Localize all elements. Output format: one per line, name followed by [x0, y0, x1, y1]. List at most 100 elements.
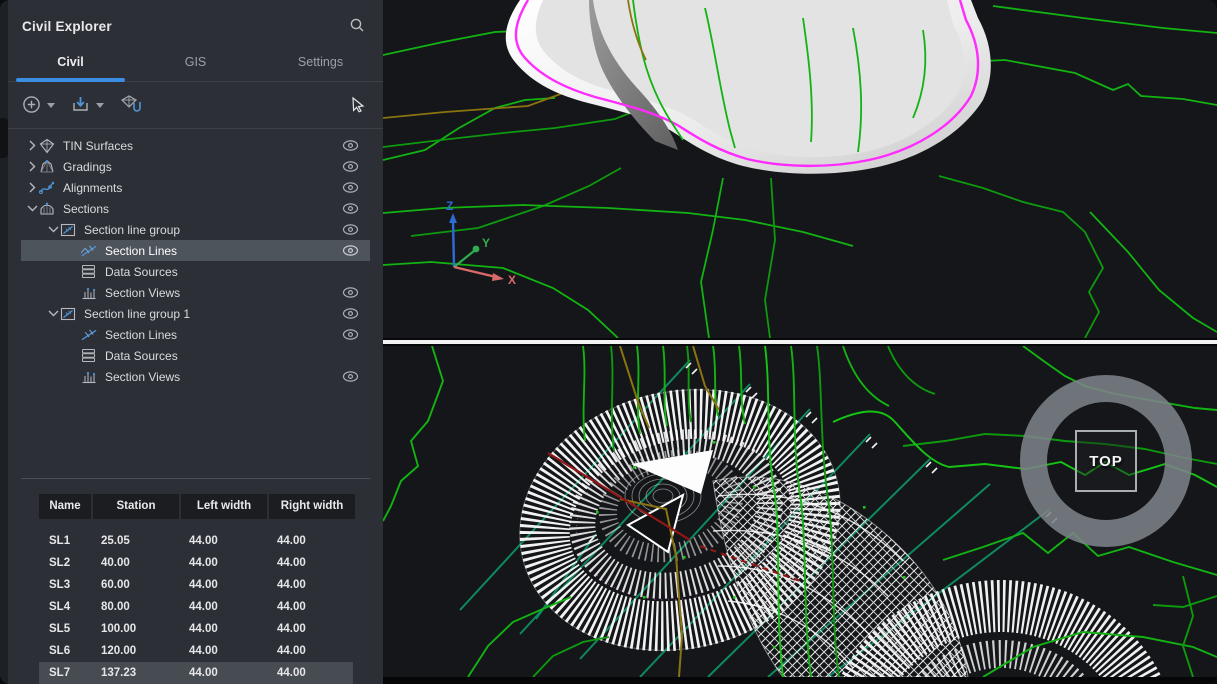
- drawing-viewport[interactable]: Z Y X: [383, 0, 1217, 684]
- visibility-eye-icon[interactable]: [342, 308, 359, 319]
- cell-right-width: 44.00: [269, 662, 355, 684]
- view-orientation-widget[interactable]: TOP: [1020, 375, 1192, 547]
- tree-item-data-sources[interactable]: Data Sources: [21, 345, 370, 366]
- cell-right-width: 44.00: [269, 530, 355, 552]
- tree-item-tin-surfaces[interactable]: TIN Surfaces: [21, 135, 370, 156]
- cell-name: SL2: [39, 552, 91, 574]
- cell-left-width: 44.00: [181, 552, 267, 574]
- tree-item-section-line-group[interactable]: Section line group: [21, 219, 370, 240]
- cell-left-width: 44.00: [181, 640, 267, 662]
- cell-right-width: 44.00: [269, 596, 355, 618]
- viewport-divider[interactable]: [383, 338, 1217, 346]
- select-mode-button[interactable]: [348, 94, 369, 118]
- search-button[interactable]: [347, 15, 367, 38]
- ucs-axis-gizmo: Z Y X: [446, 199, 516, 287]
- cell-name: SL4: [39, 596, 91, 618]
- section-lines-icon: [81, 328, 98, 342]
- tab-settings[interactable]: Settings: [258, 47, 383, 81]
- add-dropdown-caret[interactable]: [47, 103, 55, 108]
- panel-tabs: Civil GIS Settings: [8, 47, 383, 82]
- table-row[interactable]: SL5100.0044.0044.00: [39, 618, 353, 640]
- tree-item-label: Gradings: [63, 160, 112, 174]
- cell-station: 40.00: [93, 552, 179, 574]
- panel-grip[interactable]: [0, 118, 8, 158]
- application-window: Civil Explorer Civil GIS Settings: [0, 0, 1217, 684]
- table-row[interactable]: SL240.0044.0044.00: [39, 552, 353, 574]
- cell-station: 25.05: [93, 530, 179, 552]
- search-icon: [349, 17, 365, 36]
- grading-surface-3d: [506, 0, 991, 174]
- add-button[interactable]: [20, 93, 43, 119]
- tree-item-section-lines[interactable]: Section Lines: [21, 240, 370, 261]
- tin-surfaces-icon: [39, 138, 56, 154]
- tab-gis[interactable]: GIS: [133, 47, 258, 81]
- civil-explorer-panel: Civil Explorer Civil GIS Settings: [0, 0, 383, 684]
- tree-item-data-sources[interactable]: Data Sources: [21, 261, 370, 282]
- cell-right-width: 44.00: [269, 574, 355, 596]
- cell-station: 80.00: [93, 596, 179, 618]
- import-dropdown-caret[interactable]: [96, 103, 104, 108]
- visibility-eye-icon[interactable]: [342, 329, 359, 340]
- chevron-right-icon[interactable]: [25, 140, 39, 151]
- visibility-eye-icon[interactable]: [342, 224, 359, 235]
- visibility-eye-icon[interactable]: [342, 371, 359, 382]
- cell-right-width: 44.00: [269, 640, 355, 662]
- panel-toolbar: [8, 82, 383, 129]
- tree-item-label: Section Lines: [105, 328, 177, 342]
- alignments-icon: [39, 180, 56, 196]
- chevron-right-icon[interactable]: [25, 182, 39, 193]
- tree-item-label: Section Views: [105, 370, 180, 384]
- attach-tin-surface-icon: [120, 94, 142, 117]
- tree-item-label: Alignments: [63, 181, 122, 195]
- cell-name: SL1: [39, 530, 91, 552]
- section-lines-table: Name Station Left width Right width SL12…: [39, 494, 353, 684]
- column-header-station: Station: [93, 494, 179, 519]
- tree-item-alignments[interactable]: Alignments: [21, 177, 370, 198]
- view-widget-face[interactable]: TOP: [1075, 430, 1137, 492]
- axis-y-label: Y: [482, 236, 490, 250]
- table-row[interactable]: SL6120.0044.0044.00: [39, 640, 353, 662]
- top-viewport-canvas[interactable]: Z Y X: [383, 0, 1217, 338]
- section-line-group-icon: [60, 306, 77, 322]
- table-row-selected[interactable]: SL7137.2344.0044.00: [39, 662, 353, 684]
- column-header-name: Name: [39, 494, 91, 519]
- table-row[interactable]: SL480.0044.0044.00: [39, 596, 353, 618]
- chevron-down-icon[interactable]: [46, 224, 60, 235]
- visibility-eye-icon[interactable]: [342, 203, 359, 214]
- tree-item-section-line-group-1[interactable]: Section line group 1: [21, 303, 370, 324]
- visibility-eye-icon[interactable]: [342, 182, 359, 193]
- table-separator: [21, 478, 370, 479]
- chevron-right-icon[interactable]: [25, 161, 39, 172]
- tree-item-section-lines[interactable]: Section Lines: [21, 324, 370, 345]
- cell-name: SL5: [39, 618, 91, 640]
- panel-header: Civil Explorer: [8, 0, 383, 47]
- cell-left-width: 44.00: [181, 574, 267, 596]
- axis-z-label: Z: [446, 199, 453, 213]
- tree-item-gradings[interactable]: Gradings: [21, 156, 370, 177]
- chevron-down-icon[interactable]: [46, 308, 60, 319]
- add-circle-icon: [22, 95, 41, 117]
- tree-item-sections[interactable]: Sections: [21, 198, 370, 219]
- import-button[interactable]: [69, 93, 92, 119]
- visibility-eye-icon[interactable]: [342, 140, 359, 151]
- tree-item-label: TIN Surfaces: [63, 139, 133, 153]
- cell-station: 60.00: [93, 574, 179, 596]
- cell-left-width: 44.00: [181, 596, 267, 618]
- tree-item-label: Section line group: [84, 223, 180, 237]
- tab-civil[interactable]: Civil: [8, 47, 133, 81]
- civil-object-tree: TIN Surfaces Gradings Alignments: [8, 129, 383, 387]
- visibility-eye-icon[interactable]: [342, 161, 359, 172]
- data-sources-icon: [81, 348, 98, 363]
- tree-item-section-views[interactable]: Section Views: [21, 282, 370, 303]
- cell-name: SL7: [39, 662, 91, 684]
- table-row[interactable]: SL360.0044.0044.00: [39, 574, 353, 596]
- section-line-group-icon: [60, 222, 77, 238]
- tree-item-section-views[interactable]: Section Views: [21, 366, 370, 387]
- visibility-eye-icon[interactable]: [342, 287, 359, 298]
- chevron-down-icon[interactable]: [25, 203, 39, 214]
- table-row[interactable]: SL125.0544.0044.00: [39, 530, 353, 552]
- tree-item-label: Section line group 1: [84, 307, 190, 321]
- visibility-eye-icon[interactable]: [342, 245, 359, 256]
- attach-surface-button[interactable]: [118, 92, 144, 119]
- gradings-icon: [39, 159, 56, 175]
